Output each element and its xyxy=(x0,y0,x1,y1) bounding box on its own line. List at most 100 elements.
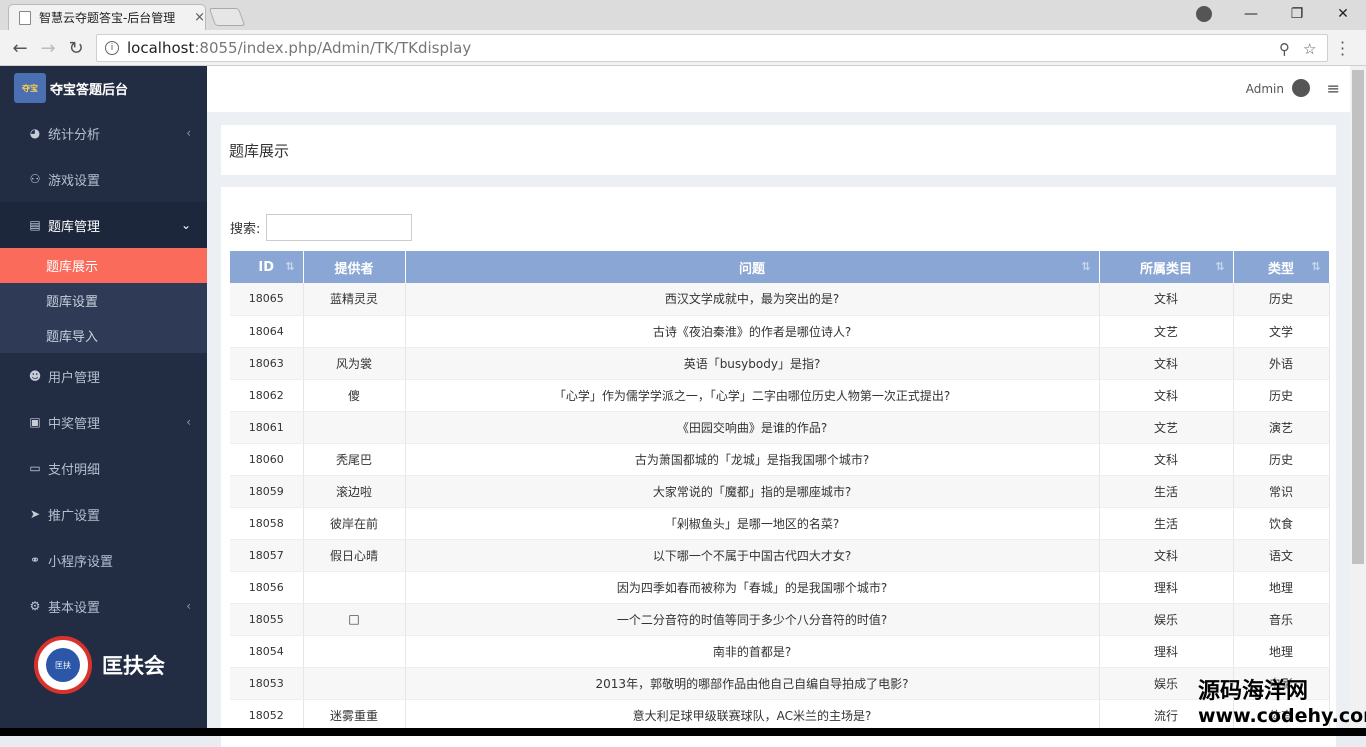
sidebar-item-label: 基本设置 xyxy=(48,600,101,616)
browser-tab[interactable]: 智慧云夺题答宝-后台管理 × xyxy=(8,4,206,30)
table-card: 搜索: ID ⇅ 提供者 问题 ⇅ 所属类目 ⇅ 类型 ⇅ 18065 蓝精灵灵 西汉文学成… xyxy=(221,187,1336,747)
search-label: 搜索: xyxy=(230,222,261,237)
url-path: :8055/index.php/Admin/TK/TKdisplay xyxy=(194,39,472,57)
sidebar-item-stats[interactable]: ◕ 统计分析 ‹ xyxy=(0,110,207,156)
cell-category: 文科 xyxy=(1099,347,1234,380)
table-row[interactable]: 18061 《田园交响曲》是谁的作品? 文艺 演艺 xyxy=(230,411,1330,444)
minimize-button[interactable]: — xyxy=(1228,0,1274,28)
sidebar-item-label: 支付明细 xyxy=(48,462,101,478)
brand-badge-inner: 匡扶 xyxy=(46,648,80,682)
sidebar-item-game-settings[interactable]: ⚇ 游戏设置 xyxy=(0,156,207,202)
cell-question: 一个二分音符的时值等同于多少个八分音符的时值? xyxy=(405,603,1100,636)
close-window-button[interactable]: ✕ xyxy=(1320,0,1366,28)
logo[interactable]: 夺宝 夺宝答题后台 xyxy=(0,66,207,110)
table-header-row: ID ⇅ 提供者 问题 ⇅ 所属类目 ⇅ 类型 ⇅ xyxy=(230,251,1330,283)
table-row[interactable]: 18065 蓝精灵灵 西汉文学成就中，最为突出的是? 文科 历史 xyxy=(230,283,1330,316)
sidebar-item-label: 游戏设置 xyxy=(48,173,101,189)
cell-provider: 风为裳 xyxy=(303,347,406,380)
column-header-id[interactable]: ID ⇅ xyxy=(230,251,304,283)
cell-provider xyxy=(303,571,406,604)
cell-id: 18062 xyxy=(230,379,304,412)
cell-category: 理科 xyxy=(1099,635,1234,668)
new-tab-button[interactable] xyxy=(208,8,246,26)
reload-button[interactable]: ↻ xyxy=(64,36,88,60)
page-scrollbar[interactable] xyxy=(1350,66,1366,736)
table-row[interactable]: 18054 南非的首都是? 理科 地理 xyxy=(230,635,1330,668)
cell-id: 18060 xyxy=(230,443,304,476)
zoom-icon[interactable]: ⚲ xyxy=(1279,40,1290,58)
admin-username[interactable]: Admin xyxy=(1246,82,1284,96)
table-row[interactable]: 18055 □ 一个二分音符的时值等同于多少个八分音符的时值? 娱乐 音乐 xyxy=(230,603,1330,636)
table-row[interactable]: 18056 因为四季如春而被称为「春城」的是我国哪个城市? 理科 地理 xyxy=(230,571,1330,604)
table-row[interactable]: 18062 傻「心学」作为儒学学派之一，「心学」二字由哪位历史人物第一次正式提出?… xyxy=(230,379,1330,412)
back-button[interactable]: ← xyxy=(8,36,32,60)
page-icon xyxy=(19,10,31,25)
credit-card-icon: ▭ xyxy=(29,461,41,475)
chevron-left-icon: ‹ xyxy=(186,126,191,140)
cell-id: 18052 xyxy=(230,699,304,732)
chevron-left-icon: ‹ xyxy=(186,415,191,429)
tab-title: 智慧云夺题答宝-后台管理 xyxy=(38,11,176,25)
hamburger-menu-icon[interactable]: ≡ xyxy=(1327,79,1340,98)
table-row[interactable]: 18058 彼岸在前 「剁椒鱼头」是哪一地区的名菜? 生活 饮食 xyxy=(230,507,1330,540)
profile-icon[interactable] xyxy=(1196,6,1212,22)
table-row[interactable]: 18059 滚边啦 大家常说的「魔都」指的是哪座城市? 生活 常识 xyxy=(230,475,1330,508)
column-header-type[interactable]: 类型 ⇅ xyxy=(1233,251,1330,283)
cell-id: 18064 xyxy=(230,315,304,348)
table-row[interactable]: 18057 假日心晴 以下哪一个不属于中国古代四大才女? 文科 语文 xyxy=(230,539,1330,572)
forward-button[interactable]: → xyxy=(36,36,60,60)
address-bar[interactable]: i localhost:8055/index.php/Admin/TK/TKdi… xyxy=(96,34,1328,62)
cell-type: 地理 xyxy=(1233,571,1330,604)
column-header-question[interactable]: 问题 ⇅ xyxy=(405,251,1100,283)
info-icon[interactable]: i xyxy=(105,41,119,55)
submenu-question-bank: 题库展示 题库设置 题库导入 xyxy=(0,248,207,353)
cell-id: 18056 xyxy=(230,571,304,604)
sidebar-item-label: 用户管理 xyxy=(48,370,101,386)
cell-provider: 假日心晴 xyxy=(303,539,406,572)
cell-question: 英语「busybody」是指? xyxy=(405,347,1100,380)
sort-icon: ⇅ xyxy=(285,260,295,273)
sidebar-item-label: 推广设置 xyxy=(48,508,101,524)
cell-question: 南非的首都是? xyxy=(405,635,1100,668)
column-header-category[interactable]: 所属类目 ⇅ xyxy=(1099,251,1234,283)
cell-category: 文艺 xyxy=(1099,315,1234,348)
sidebar-item-basic-settings[interactable]: ⚙ 基本设置 ‹ xyxy=(0,583,207,629)
cell-category: 文科 xyxy=(1099,379,1234,412)
cell-category: 娱乐 xyxy=(1099,603,1234,636)
bookmark-star-icon[interactable]: ☆ xyxy=(1303,40,1316,58)
table-row[interactable]: 18052 迷雾重重 意大利足球甲级联赛球队，AC米兰的主场是? 流行 体育 xyxy=(230,699,1330,732)
avatar[interactable] xyxy=(1292,79,1310,97)
search-input[interactable] xyxy=(266,214,413,241)
sidebar-item-question-bank[interactable]: ▤ 题库管理 ⌄ xyxy=(0,202,207,248)
scrollbar-thumb[interactable] xyxy=(1352,70,1364,564)
sidebar-item-promotion[interactable]: ➤ 推广设置 xyxy=(0,491,207,537)
close-tab-icon[interactable]: × xyxy=(194,10,205,25)
table-row[interactable]: 18064 古诗《夜泊秦淮》的作者是哪位诗人? 文艺 文学 xyxy=(230,315,1330,348)
cell-provider: □ xyxy=(303,603,406,636)
cell-question: 大家常说的「魔都」指的是哪座城市? xyxy=(405,475,1100,508)
cell-provider xyxy=(303,667,406,700)
submenu-item-settings[interactable]: 题库设置 xyxy=(0,283,207,318)
page: 夺宝 夺宝答题后台 ◕ 统计分析 ‹ ⚇ 游戏设置 ▤ 题库管理 ⌄ 题库展示 … xyxy=(0,66,1350,747)
chevron-down-icon: ⌄ xyxy=(180,218,191,232)
sidebar-item-miniprogram[interactable]: ⚭ 小程序设置 xyxy=(0,537,207,583)
browser-menu-icon[interactable]: · · · xyxy=(1340,35,1345,63)
cell-type: 演艺 xyxy=(1233,411,1330,444)
cell-category: 生活 xyxy=(1099,475,1234,508)
sidebar-item-payments[interactable]: ▭ 支付明细 xyxy=(0,445,207,491)
page-title: 题库展示 xyxy=(221,125,1336,175)
submenu-item-display[interactable]: 题库展示 xyxy=(0,248,207,283)
cell-question: 意大利足球甲级联赛球队，AC米兰的主场是? xyxy=(405,699,1100,732)
sidebar-item-label: 中奖管理 xyxy=(48,416,101,432)
sort-icon: ⇅ xyxy=(1311,260,1321,273)
cell-type: 音乐 xyxy=(1233,603,1330,636)
sidebar-item-prizes[interactable]: ▣ 中奖管理 ‹ xyxy=(0,399,207,445)
table-row[interactable]: 18053 2013年，郭敬明的哪部作品由他自己自编自导拍成了电影? 娱乐 电影 xyxy=(230,667,1330,700)
cell-provider: 迷雾重重 xyxy=(303,699,406,732)
maximize-button[interactable]: ❐ xyxy=(1274,0,1320,28)
table-row[interactable]: 18063 风为裳 英语「busybody」是指? 文科 外语 xyxy=(230,347,1330,380)
sidebar-item-users[interactable]: ☻ 用户管理 xyxy=(0,353,207,399)
column-header-provider[interactable]: 提供者 xyxy=(303,251,406,283)
submenu-item-import[interactable]: 题库导入 xyxy=(0,318,207,353)
table-row[interactable]: 18060 秃尾巴 古为萧国都城的「龙城」是指我国哪个城市? 文科 历史 xyxy=(230,443,1330,476)
